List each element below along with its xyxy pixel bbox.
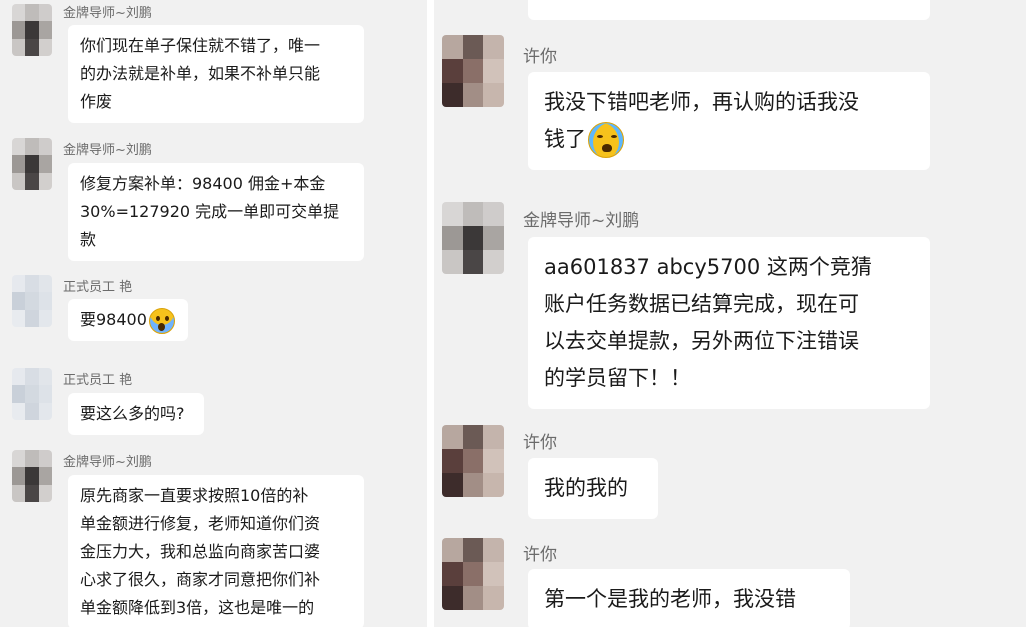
avatar[interactable] (442, 538, 504, 610)
message-text-line: aa601837 abcy5700 这两个竞猜 (544, 255, 872, 279)
avatar[interactable] (12, 368, 52, 420)
message-text-line: 单金额降低到3倍，这也是唯一的 (80, 598, 315, 617)
message-text-line: 金压力大，我和总监向商家苦口婆 (80, 542, 321, 561)
loudly-crying-face-icon (588, 122, 624, 158)
sender-name: 金牌导师~刘鹏 (63, 143, 152, 158)
message-text-line: 以去交单提款，另外两位下注错误 (544, 329, 859, 353)
message-text-line: 心求了很久，商家才同意把你们补 (80, 570, 321, 589)
sender-name: 金牌导师~刘鹏 (523, 211, 640, 231)
message-bubble[interactable]: 我没下错吧老师，再认购的话我没 钱了 (528, 72, 930, 170)
message-text-line: 钱了 (544, 127, 586, 151)
avatar[interactable] (442, 35, 504, 107)
message-text-line: 要98400 (80, 310, 147, 329)
message-text-line: 原先商家一直要求按照10倍的补 (80, 486, 309, 505)
message-bubble[interactable]: aa601837 abcy5700 这两个竞猜 账户任务数据已结算完成，现在可 以去… (528, 237, 930, 409)
message-bubble[interactable]: 你们现在单子保住就不错了，唯一 的办法就是补单，如果不补单只能 作废 (68, 25, 364, 123)
message-text-line: 的办法就是补单，如果不补单只能 (80, 64, 321, 83)
message-text-line: 第一个是我的老师，我没错 (544, 587, 796, 611)
avatar[interactable] (12, 4, 52, 56)
sender-name: 许你 (523, 433, 557, 453)
message-text-line: 账户任务数据已结算完成，现在可 (544, 292, 859, 316)
cut-off-bubble (528, 0, 930, 20)
message-bubble[interactable]: 要这么多的吗? (68, 393, 204, 435)
message-text-line: 你们现在单子保住就不错了，唯一 (80, 36, 321, 55)
message-text-line-with-emoji: 钱了 (544, 121, 914, 158)
sender-name: 正式员工 艳 (63, 280, 133, 295)
message-text-line: 我没下错吧老师，再认购的话我没 (544, 90, 859, 114)
avatar[interactable] (12, 275, 52, 327)
sender-name: 许你 (523, 545, 557, 565)
avatar[interactable] (442, 202, 504, 274)
sender-name: 金牌导师~刘鹏 (63, 455, 152, 470)
message-text-line: 我的我的 (544, 476, 628, 500)
avatar[interactable] (12, 138, 52, 190)
left-chat-screenshot: 金牌导师~刘鹏 你们现在单子保住就不错了，唯一 的办法就是补单，如果不补单只能 作废金… (0, 0, 427, 627)
avatar[interactable] (442, 425, 504, 497)
sender-name: 正式员工 艳 (63, 373, 133, 388)
right-chat-screenshot: 许你 我没下错吧老师，再认购的话我没 钱了 金牌导师~刘鹏 aa601837 abcy5… (434, 0, 1026, 627)
message-bubble[interactable]: 我的我的 (528, 458, 658, 519)
message-bubble[interactable]: 原先商家一直要求按照10倍的补 单金额进行修复，老师知道你们资 金压力大，我和总监向… (68, 475, 364, 627)
message-text-line: 作废 (80, 92, 113, 111)
message-text-line: 修复方案补单：98400 佣金+本金 (80, 174, 326, 193)
message-text-line: 款 (80, 230, 97, 249)
message-text-line: 的学员留下！！ (544, 366, 691, 390)
panel-divider (427, 0, 434, 627)
message-text-line: 要这么多的吗? (80, 404, 185, 423)
message-bubble[interactable]: 修复方案补单：98400 佣金+本金 30%=127920 完成一单即可交单提款 (68, 163, 364, 261)
message-text-line-with-emoji: 要98400 (80, 306, 176, 334)
avatar[interactable] (12, 450, 52, 502)
sender-name: 许你 (523, 47, 557, 67)
message-bubble[interactable]: 第一个是我的老师，我没错 (528, 569, 850, 627)
message-text-line: 单金额进行修复，老师知道你们资 (80, 514, 321, 533)
message-bubble[interactable]: 要98400 (68, 299, 188, 341)
sender-name: 金牌导师~刘鹏 (63, 6, 152, 21)
face-screaming-in-fear-icon (148, 307, 175, 334)
message-text-line: 30%=127920 完成一单即可交单提 (80, 202, 340, 221)
